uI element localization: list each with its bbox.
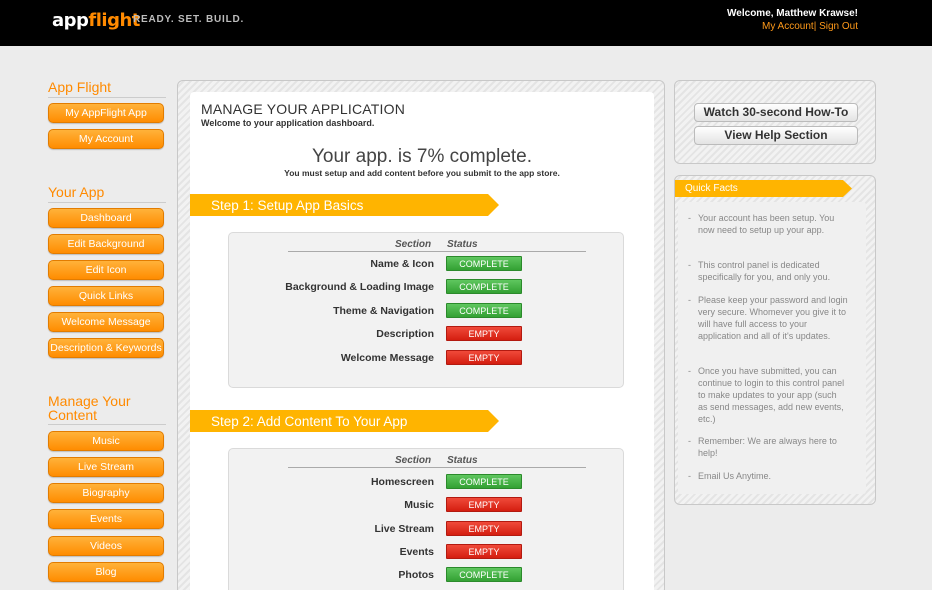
header-rule: [288, 467, 586, 468]
progress-note: You must setup and add content before yo…: [284, 168, 560, 178]
row-section-label: Description: [376, 328, 434, 340]
status-badge: COMPLETE: [446, 303, 522, 318]
step1-banner: Step 1: Setup App Basics: [190, 194, 500, 216]
page-subtitle: Welcome to your application dashboard.: [201, 118, 375, 128]
appflight-logo[interactable]: appflight: [52, 10, 140, 31]
quick-fact: - This control panel is dedicated specifi…: [688, 260, 831, 282]
col-header-status: Status: [447, 455, 478, 466]
fact-dash: -: [688, 366, 691, 376]
help-panel: [674, 80, 876, 164]
sidebar-divider: [48, 424, 166, 425]
sidebar-heading-app-flight: App Flight: [48, 79, 112, 95]
status-badge: EMPTY: [446, 497, 522, 512]
row-section-label: Background & Loading Image: [285, 281, 434, 293]
nav-my-account[interactable]: My Account: [48, 129, 164, 149]
row-section-label: Live Stream: [374, 523, 434, 535]
fact-dash: -: [688, 213, 691, 223]
step2-title: Step 2: Add Content To Your App: [211, 414, 408, 429]
row-section-label: Name & Icon: [370, 258, 434, 270]
quick-facts-title: Quick Facts: [685, 183, 738, 194]
step1-title: Step 1: Setup App Basics: [211, 198, 364, 213]
status-badge: COMPLETE: [446, 256, 522, 271]
status-badge: EMPTY: [446, 521, 522, 536]
progress-text: Your app. is 7% complete.: [311, 146, 533, 167]
tagline: READY. SET. BUILD.: [133, 14, 245, 25]
row-section-label: Theme & Navigation: [333, 305, 434, 317]
link-separator: |: [813, 21, 817, 32]
status-badge: COMPLETE: [446, 567, 522, 582]
account-links: My Account| Sign Out: [762, 21, 858, 32]
nav-description-keywords[interactable]: Description & Keywords: [48, 338, 164, 358]
fact-dash: -: [688, 295, 691, 305]
nav-edit-icon[interactable]: Edit Icon: [48, 260, 164, 280]
status-badge: COMPLETE: [446, 279, 522, 294]
row-section-label: Photos: [398, 569, 434, 581]
nav-my-appflight-app[interactable]: My AppFlight App: [48, 103, 164, 123]
quick-facts-banner: Quick Facts: [675, 180, 853, 197]
row-section-label: Music: [404, 499, 434, 511]
sidebar-heading-your-app: Your App: [48, 184, 105, 200]
my-account-link[interactable]: My Account: [762, 21, 814, 32]
sign-out-link[interactable]: Sign Out: [819, 21, 858, 32]
row-section-label: Welcome Message: [340, 352, 434, 364]
welcome-text: Welcome, Matthew Krawse!: [727, 8, 858, 19]
quick-fact: - Please keep your password and login ver…: [688, 295, 848, 341]
step2-banner: Step 2: Add Content To Your App: [190, 410, 500, 432]
top-header: appflight READY. SET. BUILD. Welcome, Ma…: [0, 0, 932, 46]
nav-events[interactable]: Events: [48, 509, 164, 529]
fact-dash: -: [688, 471, 691, 481]
col-header-section: Section: [395, 239, 432, 250]
nav-quick-links[interactable]: Quick Links: [48, 286, 164, 306]
row-section-label: Homescreen: [370, 476, 434, 488]
nav-videos[interactable]: Videos: [48, 536, 164, 556]
nav-live-stream[interactable]: Live Stream: [48, 457, 164, 477]
col-header-status: Status: [447, 239, 478, 250]
sidebar-divider: [48, 202, 166, 203]
nav-biography[interactable]: Biography: [48, 483, 164, 503]
page-title: MANAGE YOUR APPLICATION: [201, 101, 406, 117]
status-badge: EMPTY: [446, 326, 522, 341]
quick-fact: - Your account has been setup. You now ne…: [688, 213, 835, 235]
watch-how-to-button[interactable]: Watch 30-second How-To: [694, 103, 858, 122]
nav-welcome-message[interactable]: Welcome Message: [48, 312, 164, 332]
header-rule: [288, 251, 586, 252]
quick-fact: - Remember: We are always here to help!: [688, 436, 837, 458]
sidebar-heading-manage-content-line2: Content: [48, 407, 98, 423]
nav-blog[interactable]: Blog: [48, 562, 164, 582]
status-badge: COMPLETE: [446, 474, 522, 489]
nav-edit-background[interactable]: Edit Background: [48, 234, 164, 254]
nav-music[interactable]: Music: [48, 431, 164, 451]
status-badge: EMPTY: [446, 350, 522, 365]
fact-dash: -: [688, 260, 691, 270]
view-help-section-button[interactable]: View Help Section: [694, 126, 858, 145]
fact-dash: -: [688, 436, 691, 446]
status-badge: EMPTY: [446, 544, 522, 559]
col-header-section: Section: [395, 455, 432, 466]
sidebar-heading-manage-content-line1: Manage Your: [48, 393, 131, 409]
sidebar-divider: [48, 97, 166, 98]
quick-fact: - Email Us Anytime.: [688, 471, 772, 481]
logo-part-app: app: [52, 10, 89, 31]
nav-dashboard[interactable]: Dashboard: [48, 208, 164, 228]
quick-fact: - Once you have submitted, you can contin…: [688, 366, 845, 424]
row-section-label: Events: [399, 546, 434, 558]
